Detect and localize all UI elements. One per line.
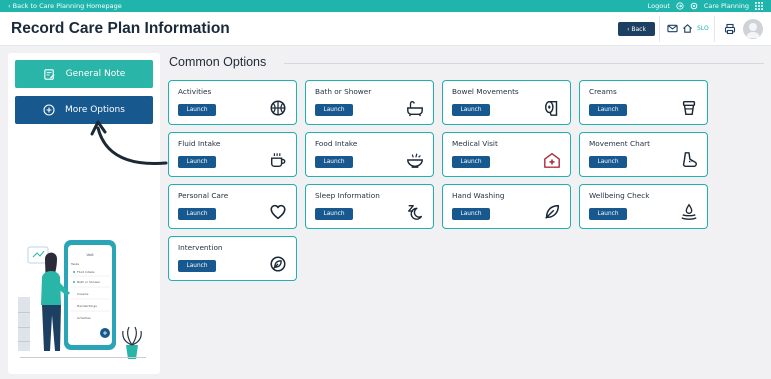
card-title: Intervention	[178, 243, 223, 252]
mug-icon	[270, 153, 286, 168]
launch-button[interactable]: Launch	[452, 156, 490, 168]
toilet-paper-icon	[544, 100, 558, 116]
option-card-intervention: Intervention Launch	[168, 236, 297, 281]
basketball-icon	[270, 100, 286, 116]
phone-title: Unit	[86, 253, 94, 257]
back-button[interactable]: ‹ Back	[618, 22, 655, 36]
option-card-bowel-movements: Bowel Movements Launch	[442, 80, 571, 125]
card-title: Creams	[589, 87, 617, 96]
launch-button[interactable]: Launch	[178, 104, 216, 116]
option-card-wellbeing-check: Wellbeing Check Launch	[579, 184, 708, 229]
mail-icon[interactable]	[667, 23, 678, 34]
more-options-label: More Options	[65, 105, 125, 115]
grid-menu-icon[interactable]	[755, 2, 763, 10]
header-divider	[659, 16, 660, 42]
launch-button[interactable]: Launch	[452, 104, 490, 116]
option-card-medical-visit: Medical Visit Launch	[442, 132, 571, 177]
option-card-sleep-information: Sleep Information Launch	[305, 184, 434, 229]
bowl-icon	[407, 153, 423, 168]
card-title: Bowel Movements	[452, 87, 519, 96]
home-icon[interactable]	[682, 23, 693, 34]
logout-icon[interactable]	[676, 2, 684, 10]
general-note-button[interactable]: General Note	[15, 60, 153, 88]
launch-button[interactable]: Launch	[178, 208, 216, 220]
water-drop-icon	[681, 203, 697, 220]
cream-pot-icon	[682, 100, 696, 116]
heart-icon	[270, 204, 286, 220]
option-card-activities: Activities Launch	[168, 80, 297, 125]
option-card-hand-washing: Hand Washing Launch	[442, 184, 571, 229]
option-card-fluid-intake: Fluid Intake Launch	[168, 132, 297, 177]
curved-arrow-icon	[90, 120, 168, 166]
note-edit-icon	[43, 68, 55, 80]
option-card-movement-chart: Movement Chart Launch	[579, 132, 708, 177]
card-title: Personal Care	[178, 191, 229, 200]
option-card-bath-or-shower: Bath or Shower Launch	[305, 80, 434, 125]
launch-button[interactable]: Launch	[178, 156, 216, 168]
leaf-icon	[545, 204, 560, 219]
launch-button[interactable]: Launch	[589, 208, 627, 220]
phone-item: Bath or Shower	[77, 280, 101, 284]
card-title: Activities	[178, 87, 212, 96]
launch-button[interactable]: Launch	[589, 104, 627, 116]
header-divider	[714, 16, 715, 42]
card-title: Food Intake	[315, 139, 358, 148]
phone-item: Creams	[77, 292, 89, 296]
launch-button[interactable]: Launch	[452, 208, 490, 220]
launch-button[interactable]: Launch	[178, 260, 216, 272]
phone-item: Fluid Intake	[77, 270, 95, 274]
launch-button[interactable]: Launch	[315, 104, 353, 116]
phone-illustration: Unit Tasks Fluid Intake Bath or Shower C…	[18, 240, 146, 359]
print-icon[interactable]	[724, 23, 736, 35]
bathtub-icon	[407, 101, 423, 117]
card-title: Movement Chart	[589, 139, 651, 148]
card-title: Bath or Shower	[315, 87, 372, 96]
phone-item: Activities	[77, 316, 91, 320]
phone-header: Tasks	[70, 262, 79, 266]
medical-house-icon	[544, 152, 560, 168]
card-title: Wellbeing Check	[589, 191, 650, 200]
option-card-creams: Creams Launch	[579, 80, 708, 125]
card-title: Sleep Information	[315, 191, 380, 200]
leaf-icon	[270, 256, 286, 272]
section-title: Common Options	[169, 55, 267, 69]
option-card-personal-care: Personal Care Launch	[168, 184, 297, 229]
sleep-icon	[408, 205, 423, 220]
launch-button[interactable]: Launch	[315, 208, 353, 220]
back-to-homepage-link[interactable]: ‹ Back to Care Planning Homepage	[8, 2, 122, 10]
card-title: Medical Visit	[452, 139, 498, 148]
app-name: Care Planning	[703, 2, 749, 10]
page-title: Record Care Plan Information	[11, 19, 230, 37]
page-header: Record Care Plan Information ‹ Back SLO	[0, 12, 771, 46]
home-label[interactable]: SLO	[697, 25, 709, 32]
logout-link[interactable]: Logout	[648, 2, 670, 10]
phone-item: Handwritings	[77, 304, 97, 308]
top-bar: ‹ Back to Care Planning Homepage Logout …	[0, 0, 771, 12]
card-title: Fluid Intake	[178, 139, 221, 148]
plus-circle-icon	[43, 104, 55, 116]
avatar[interactable]	[743, 19, 763, 39]
launch-button[interactable]: Launch	[589, 156, 627, 168]
foot-icon	[682, 152, 697, 168]
header-icons: SLO	[667, 23, 709, 34]
option-card-food-intake: Food Intake Launch	[305, 132, 434, 177]
card-title: Hand Washing	[452, 191, 505, 200]
section-divider	[284, 63, 764, 64]
settings-icon[interactable]	[690, 2, 698, 10]
general-note-label: General Note	[65, 69, 126, 79]
launch-button[interactable]: Launch	[315, 156, 353, 168]
